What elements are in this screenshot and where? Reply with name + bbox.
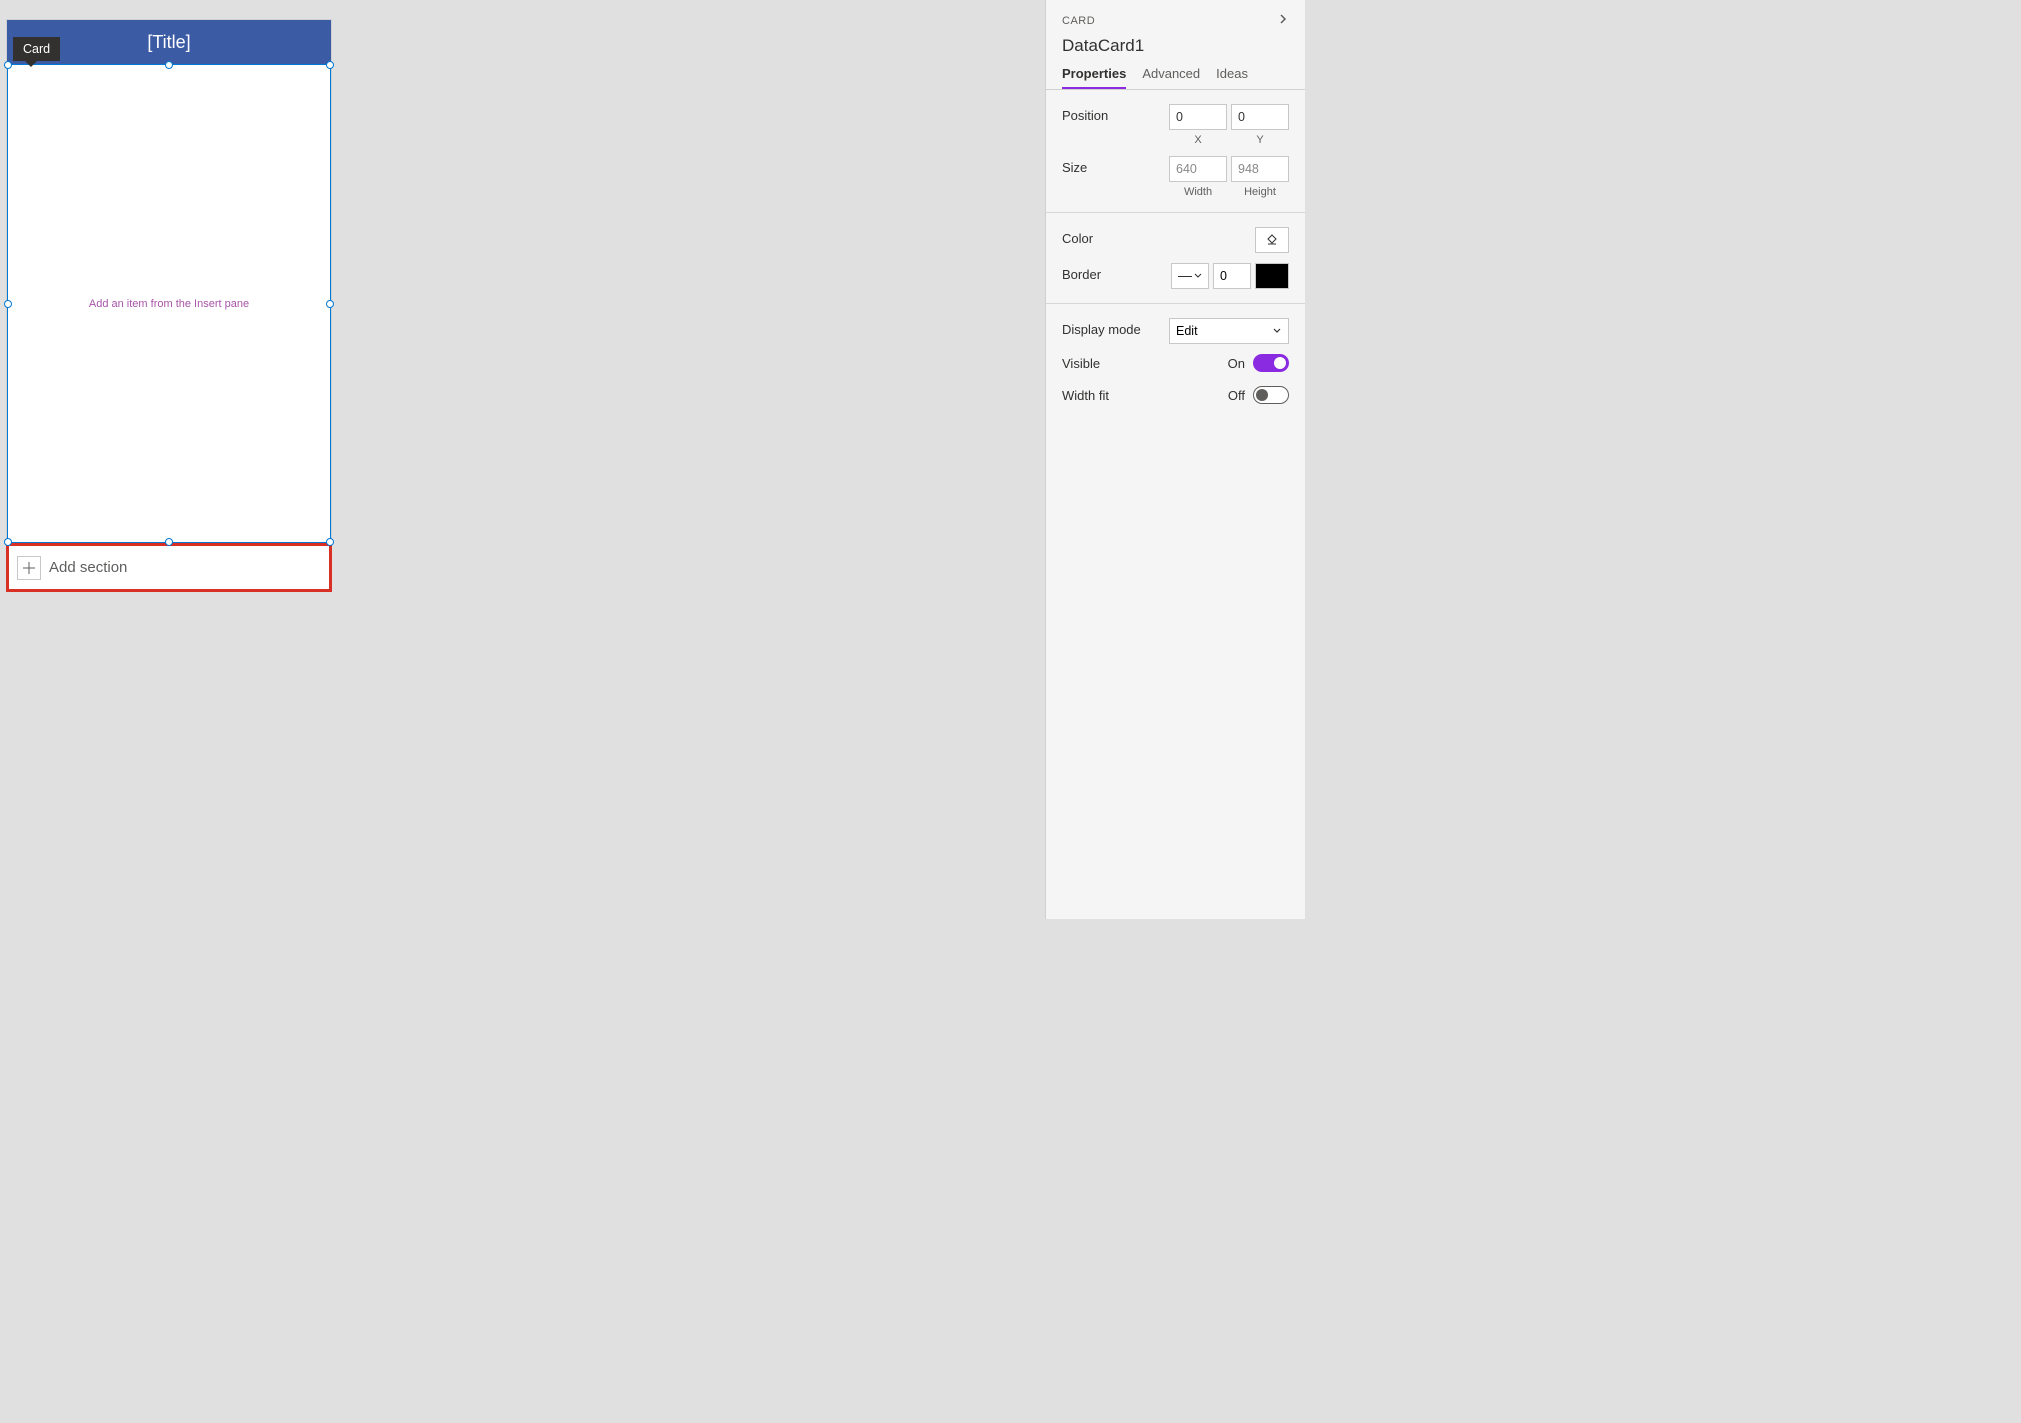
size-label: Size	[1062, 156, 1169, 175]
position-x-sublabel: X	[1169, 134, 1227, 146]
width-fit-state-text: Off	[1228, 388, 1245, 403]
tabs: Properties Advanced Ideas	[1046, 56, 1305, 90]
chevron-down-icon	[1272, 326, 1282, 336]
display-mode-value: Edit	[1176, 324, 1198, 338]
chevron-down-icon	[1194, 272, 1202, 280]
position-y-sublabel: Y	[1231, 134, 1289, 146]
position-y-input[interactable]	[1231, 104, 1289, 130]
color-label: Color	[1062, 227, 1255, 246]
add-section-bar[interactable]: Add section	[6, 543, 332, 592]
properties-panel: CARD DataCard1 Properties Advanced Ideas…	[1045, 0, 1305, 919]
element-type-label: CARD	[1062, 15, 1095, 27]
resize-handle-top-middle[interactable]	[165, 61, 173, 69]
section-display: Display mode Edit Visible On Width fit O…	[1046, 304, 1305, 418]
resize-handle-bottom-right[interactable]	[326, 538, 334, 546]
size-width-sublabel: Width	[1169, 186, 1227, 198]
size-width-input[interactable]	[1169, 156, 1227, 182]
card-tooltip: Card	[13, 37, 60, 61]
width-fit-toggle[interactable]	[1253, 386, 1289, 404]
tab-properties[interactable]: Properties	[1062, 66, 1126, 89]
visible-state-text: On	[1228, 356, 1245, 371]
tab-ideas[interactable]: Ideas	[1216, 66, 1248, 89]
size-height-sublabel: Height	[1231, 186, 1289, 198]
add-section-button[interactable]	[17, 556, 41, 580]
visible-label: Visible	[1062, 356, 1228, 371]
resize-handle-middle-left[interactable]	[4, 300, 12, 308]
resize-handle-bottom-middle[interactable]	[165, 538, 173, 546]
chevron-right-icon[interactable]	[1277, 12, 1289, 30]
add-section-label: Add section	[49, 559, 127, 576]
color-picker-button[interactable]	[1255, 227, 1289, 253]
display-mode-select[interactable]: Edit	[1169, 318, 1289, 344]
fill-icon	[1265, 233, 1279, 247]
card-title: [Title]	[147, 32, 190, 53]
visible-toggle[interactable]	[1253, 354, 1289, 372]
width-fit-label: Width fit	[1062, 388, 1228, 403]
position-label: Position	[1062, 104, 1169, 123]
canvas-area[interactable]: [Title] Add an item from the Insert pane…	[0, 0, 576, 919]
border-color-swatch[interactable]	[1255, 263, 1289, 289]
tab-advanced[interactable]: Advanced	[1142, 66, 1200, 89]
element-name: DataCard1	[1062, 36, 1289, 56]
border-line-icon	[1178, 276, 1192, 277]
section-position-size: Position X Y Size Width	[1046, 90, 1305, 213]
card-frame[interactable]: [Title] Add an item from the Insert pane	[6, 19, 332, 591]
resize-handle-bottom-left[interactable]	[4, 538, 12, 546]
section-color-border: Color Border	[1046, 213, 1305, 304]
border-width-input[interactable]	[1213, 263, 1251, 289]
card-body[interactable]: Add an item from the Insert pane	[7, 64, 331, 543]
resize-handle-middle-right[interactable]	[326, 300, 334, 308]
card-body-hint: Add an item from the Insert pane	[89, 298, 249, 310]
properties-header: CARD DataCard1	[1046, 0, 1305, 56]
size-height-input[interactable]	[1231, 156, 1289, 182]
resize-handle-top-right[interactable]	[326, 61, 334, 69]
position-x-input[interactable]	[1169, 104, 1227, 130]
plus-icon	[22, 561, 36, 575]
display-mode-label: Display mode	[1062, 318, 1169, 337]
resize-handle-top-left[interactable]	[4, 61, 12, 69]
border-style-button[interactable]	[1171, 263, 1209, 289]
border-label: Border	[1062, 263, 1171, 282]
tooltip-label: Card	[23, 42, 50, 56]
